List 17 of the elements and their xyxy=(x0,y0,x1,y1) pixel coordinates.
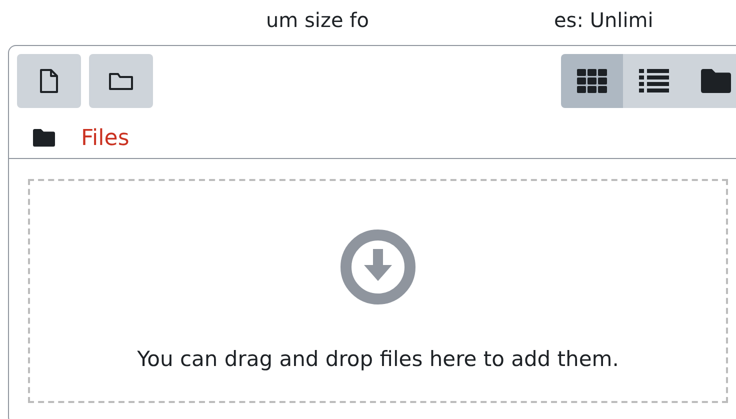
size-limit-text: um size fo xyxy=(266,8,369,32)
view-toggle-button[interactable] xyxy=(685,54,736,108)
add-file-button[interactable] xyxy=(17,54,81,108)
create-folder-button[interactable] xyxy=(89,54,153,108)
drop-zone[interactable]: You can drag and drop files here to add them. xyxy=(28,179,728,403)
file-icon xyxy=(39,69,59,93)
folder-icon xyxy=(701,69,731,93)
view-toggle-button[interactable] xyxy=(561,54,623,108)
grid-icon xyxy=(577,69,607,93)
list-icon xyxy=(639,69,669,93)
path-link[interactable]: Files xyxy=(81,126,130,150)
download-icon xyxy=(340,229,416,305)
folder-icon xyxy=(108,71,134,91)
view-toggle-button[interactable] xyxy=(623,54,685,108)
folder-icon xyxy=(33,129,55,147)
size-limit-text: es: Unlimi xyxy=(554,8,654,32)
drop-instruction: You can drag and drop files here to add them. xyxy=(137,347,619,371)
